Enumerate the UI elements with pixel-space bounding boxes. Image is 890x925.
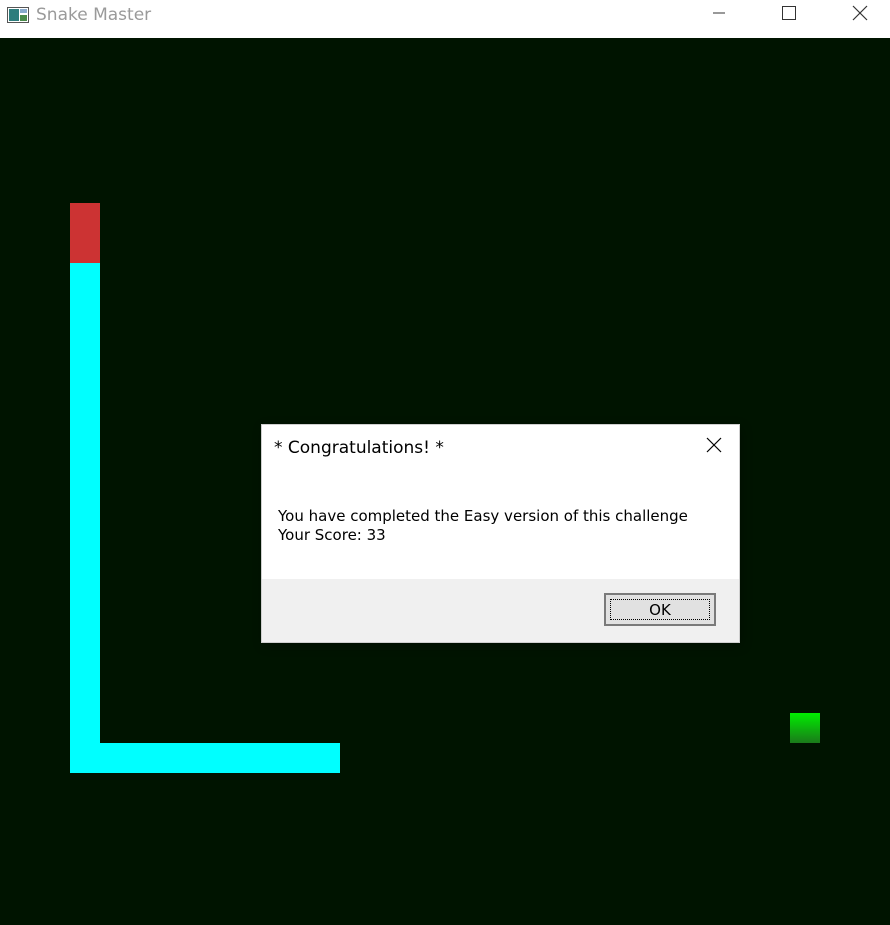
dialog-footer: OK	[262, 579, 739, 642]
dialog-title: * Congratulations! *	[274, 438, 444, 458]
ok-button[interactable]: OK	[604, 593, 716, 626]
snake-head	[70, 203, 100, 263]
minimize-button[interactable]	[696, 0, 742, 31]
snake-body-segment	[70, 263, 100, 773]
window-title: Snake Master	[36, 5, 152, 25]
snake-body-segment	[70, 743, 340, 773]
maximize-icon	[782, 6, 796, 25]
dialog-close-button[interactable]	[702, 435, 726, 459]
window-close-button[interactable]	[837, 0, 883, 31]
completion-message: You have completed the Easy version of t…	[278, 507, 688, 525]
dialog-message: You have completed the Easy version of t…	[278, 507, 688, 545]
food-pellet	[790, 713, 820, 743]
close-icon	[706, 437, 722, 458]
app-window-icon	[7, 7, 29, 23]
score-text: Your Score: 33	[278, 526, 386, 544]
minimize-icon	[712, 6, 726, 25]
maximize-button[interactable]	[766, 0, 812, 31]
close-icon	[852, 5, 868, 26]
title-bar[interactable]: Snake Master	[0, 0, 890, 31]
app-window: Snake Master * Congratulations! * You ha…	[0, 0, 890, 925]
congratulations-dialog: * Congratulations! * You have completed …	[262, 425, 739, 642]
ok-button-label: OK	[649, 600, 671, 619]
